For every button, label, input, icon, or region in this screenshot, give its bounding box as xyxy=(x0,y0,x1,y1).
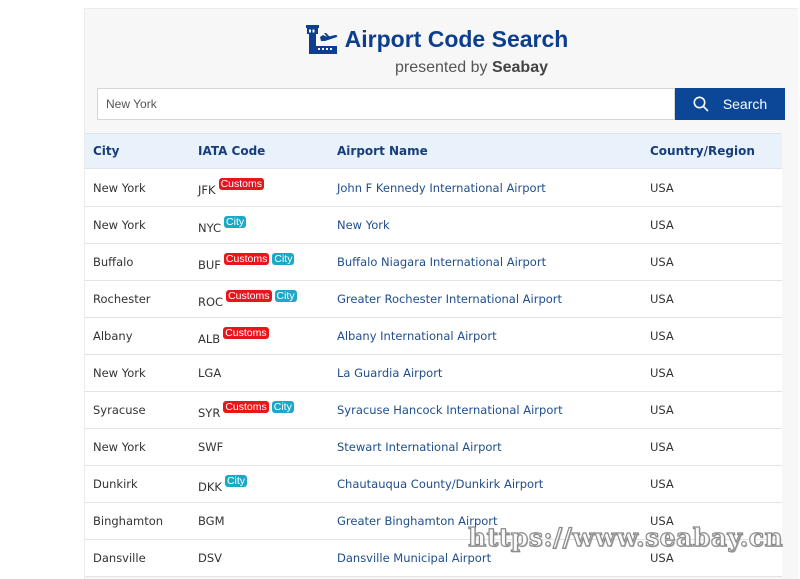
table-row: Dunkirk DKK City Chautauqua County/Dunkirk … xyxy=(85,465,782,503)
results-table-wrap: City IATA Code Airport Name Country/Regi… xyxy=(85,133,782,577)
cell-country-region: USA xyxy=(642,243,782,281)
customs-badge: Customs xyxy=(218,178,264,190)
iata-code: DKK xyxy=(198,479,222,494)
city-badge: City xyxy=(271,400,294,413)
search-icon xyxy=(693,96,709,112)
table-row: New York JFK Customs John F Kennedy Interna… xyxy=(85,168,782,207)
cell-country-region: USA xyxy=(642,206,782,244)
cell-iata-code: DKK City xyxy=(190,465,329,503)
search-button-label: Search xyxy=(722,96,768,112)
airport-name-link[interactable]: New York xyxy=(329,206,642,244)
iata-code: DSV xyxy=(198,551,223,565)
airport-name-link[interactable]: Greater Rochester International Airport xyxy=(329,280,642,318)
search-button[interactable]: Search xyxy=(675,88,785,120)
airport-tower-icon xyxy=(305,23,339,55)
cell-country-region: USA xyxy=(642,280,782,318)
cell-city: Dunkirk xyxy=(85,465,190,503)
airport-name-link[interactable]: Chautauqua County/Dunkirk Airport xyxy=(329,465,642,503)
cell-iata-code: JFK Customs xyxy=(190,168,329,207)
iata-code: NYC xyxy=(198,220,222,235)
cell-city: Rochester xyxy=(85,280,190,318)
table-row: New York SWF Stewart International Airport… xyxy=(85,428,782,466)
airport-name-link[interactable]: Stewart International Airport xyxy=(329,428,642,466)
airport-name-link[interactable]: Albany International Airport xyxy=(329,317,642,355)
table-row: New York NYC City New York USA xyxy=(85,206,782,244)
cell-iata-code: BUF Customs City xyxy=(190,243,329,281)
table-row: Syracuse SYR Customs City Syracuse Hancock I… xyxy=(85,391,782,429)
city-badge: City xyxy=(224,474,248,487)
city-badge: City xyxy=(272,252,295,265)
airport-name-link[interactable]: Syracuse Hancock International Airport xyxy=(329,391,642,429)
cell-iata-code: SWF xyxy=(190,428,329,466)
table-row: Rochester ROC Customs City Greater Rochester… xyxy=(85,280,782,318)
column-header-city: City xyxy=(85,133,190,169)
watermark: https://www.seabay.cn xyxy=(467,522,784,552)
cell-iata-code: LGA xyxy=(190,354,329,392)
page-title: Airport Code Search xyxy=(344,25,569,52)
iata-code: BUF xyxy=(198,257,221,272)
iata-code: SYR xyxy=(198,405,221,420)
subtitle: presented by Seabay xyxy=(85,59,798,77)
cell-iata-code: ALB Customs xyxy=(190,317,329,355)
table-row: New York LGA La Guardia Airport USA xyxy=(85,354,782,392)
cell-iata-code: BGM xyxy=(190,502,329,540)
column-header-iata-code: IATA Code xyxy=(190,133,329,169)
results-table: City IATA Code Airport Name Country/Regi… xyxy=(85,133,782,577)
city-badge: City xyxy=(224,215,247,228)
iata-code: SWF xyxy=(198,440,224,454)
cell-city: Dansville xyxy=(85,539,190,577)
customs-badge: Customs xyxy=(226,289,272,302)
cell-country-region: USA xyxy=(642,317,782,355)
subtitle-brand: Seabay xyxy=(491,59,548,76)
iata-code: JFK xyxy=(198,183,216,197)
search-panel: Airport Code Search presented by Seabay … xyxy=(84,8,798,579)
page-header: Airport Code Search presented by Seabay … xyxy=(85,9,798,133)
cell-city: Albany xyxy=(85,317,190,355)
iata-code: ALB xyxy=(198,331,221,346)
iata-code: ROC xyxy=(198,294,224,309)
customs-badge: Customs xyxy=(223,400,269,413)
customs-badge: Customs xyxy=(223,252,270,265)
cell-iata-code: ROC Customs City xyxy=(190,280,329,318)
iata-code: BGM xyxy=(198,514,225,528)
cell-country-region: USA xyxy=(642,168,782,207)
title-row: Airport Code Search xyxy=(85,23,798,55)
cell-city: New York xyxy=(85,206,190,244)
cell-city: Syracuse xyxy=(85,391,190,429)
cell-city: New York xyxy=(85,168,190,207)
iata-code: LGA xyxy=(198,366,222,380)
customs-badge: Customs xyxy=(223,326,269,339)
airport-name-link[interactable]: La Guardia Airport xyxy=(329,354,642,392)
city-badge: City xyxy=(274,289,297,302)
airport-name-link[interactable]: John F Kennedy International Airport xyxy=(329,168,642,207)
cell-city: Binghamton xyxy=(85,502,190,540)
cell-country-region: USA xyxy=(642,391,782,429)
cell-iata-code: SYR Customs City xyxy=(190,391,329,429)
search-input[interactable] xyxy=(97,88,675,120)
cell-country-region: USA xyxy=(642,428,782,466)
table-header-row: City IATA Code Airport Name Country/Regi… xyxy=(85,133,782,169)
cell-country-region: USA xyxy=(642,354,782,392)
column-header-country-region: Country/Region xyxy=(642,133,782,169)
table-row: Albany ALB Customs Albany International Air… xyxy=(85,317,782,355)
cell-city: New York xyxy=(85,428,190,466)
airport-name-link[interactable]: Buffalo Niagara International Airport xyxy=(329,243,642,281)
cell-country-region: USA xyxy=(642,465,782,503)
table-row: Buffalo BUF Customs City Buffalo Niagara Int… xyxy=(85,243,782,281)
cell-city: Buffalo xyxy=(85,243,190,281)
cell-city: New York xyxy=(85,354,190,392)
column-header-airport-name: Airport Name xyxy=(329,133,642,169)
cell-iata-code: NYC City xyxy=(190,206,329,244)
cell-iata-code: DSV xyxy=(190,539,329,577)
subtitle-prefix: presented by xyxy=(395,59,492,76)
table-body: New York JFK Customs John F Kennedy Interna… xyxy=(85,168,782,577)
